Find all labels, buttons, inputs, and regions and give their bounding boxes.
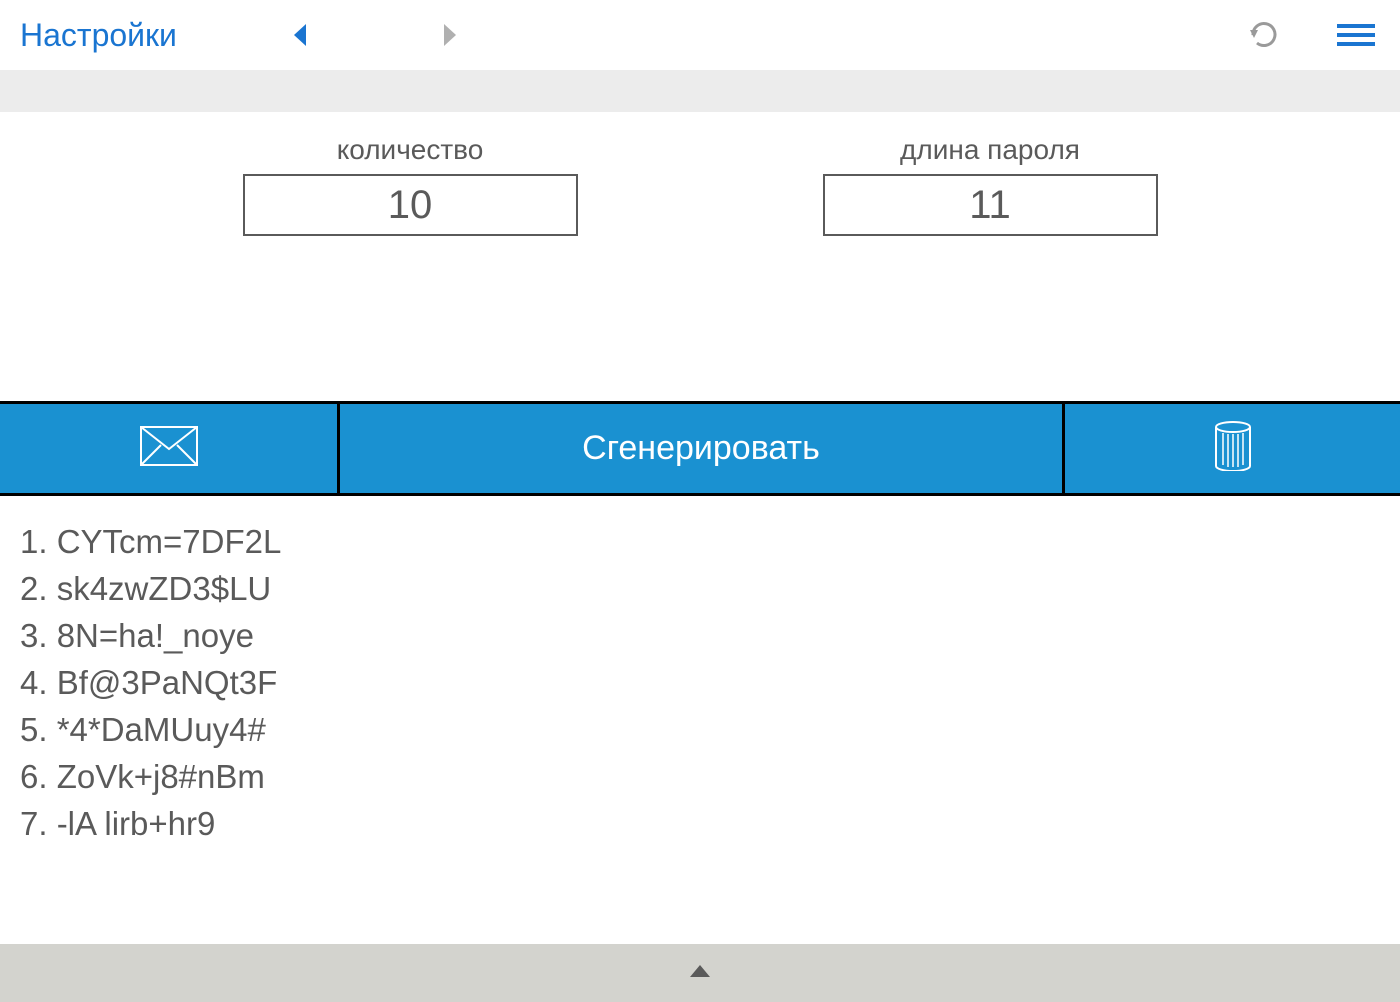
forward-arrow-icon [440, 22, 458, 48]
password-item: 3. 8N=ha!_noye [20, 612, 1380, 659]
trash-button[interactable] [1065, 404, 1400, 493]
expand-bar[interactable] [0, 944, 1400, 1002]
length-input-group: длина пароля 11 [823, 134, 1158, 236]
menu-icon[interactable] [1337, 24, 1375, 46]
password-list: 1. CYTcm=7DF2L 2. sk4zwZD3$LU 3. 8N=ha!_… [0, 496, 1400, 856]
top-bar: Настройки [0, 0, 1400, 70]
count-input-group: количество 10 [243, 134, 578, 236]
password-item: 5. *4*DaMUuy4# [20, 706, 1380, 753]
password-item: 6. ZoVk+j8#nBm [20, 753, 1380, 800]
mail-icon [139, 425, 199, 472]
length-input[interactable]: 11 [823, 174, 1158, 236]
count-label: количество [337, 134, 484, 166]
password-item: 2. sk4zwZD3$LU [20, 565, 1380, 612]
separator-strip [0, 70, 1400, 112]
back-arrow-icon[interactable] [292, 22, 310, 48]
settings-link[interactable]: Настройки [20, 17, 177, 54]
length-label: длина пароля [900, 134, 1080, 166]
generate-label: Сгенерировать [582, 429, 820, 468]
generate-button[interactable]: Сгенерировать [340, 404, 1065, 493]
input-section: количество 10 длина пароля 11 [0, 112, 1400, 236]
trash-icon [1213, 421, 1253, 476]
undo-icon[interactable] [1246, 17, 1282, 53]
button-bar: Сгенерировать [0, 401, 1400, 496]
mail-button[interactable] [0, 404, 340, 493]
chevron-up-icon [686, 963, 714, 984]
password-item: 1. CYTcm=7DF2L [20, 518, 1380, 565]
top-right-controls [1246, 17, 1375, 53]
password-item: 4. Bf@3PaNQt3F [20, 659, 1380, 706]
password-item: 7. -lA lirb+hr9 [20, 800, 1380, 847]
count-input[interactable]: 10 [243, 174, 578, 236]
